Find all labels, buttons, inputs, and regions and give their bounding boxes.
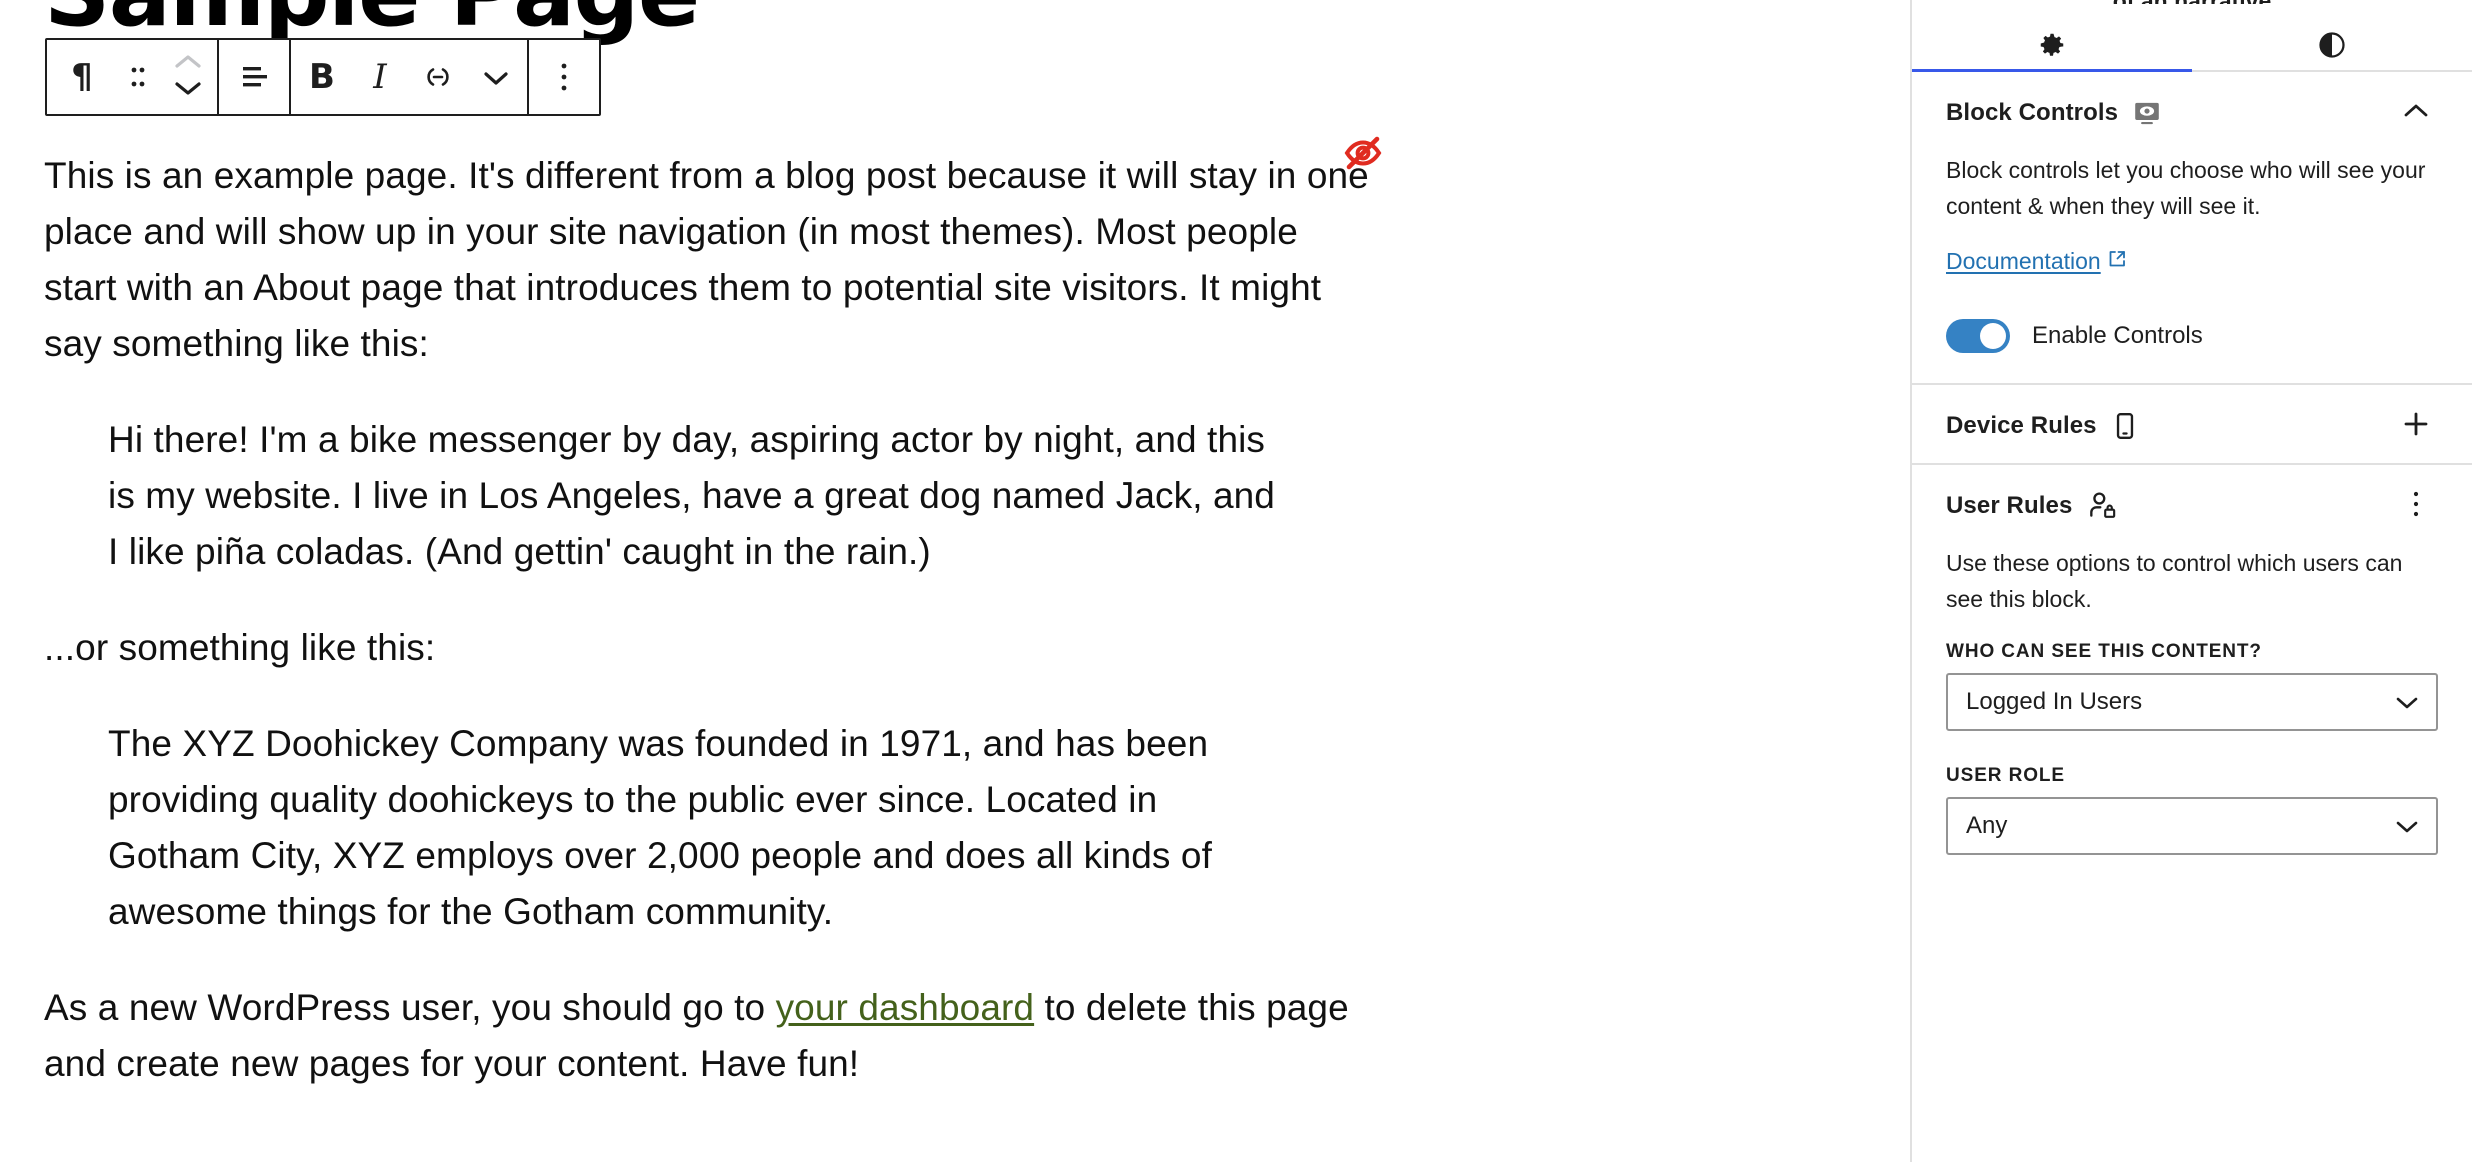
tab-styles[interactable] — [2192, 22, 2472, 70]
panel-header-user-rules[interactable]: User Rules — [1946, 465, 2438, 543]
editor-canvas: Sample Page ¶ — [0, 0, 1910, 1162]
panel-description: Block controls let you choose who will s… — [1946, 157, 2426, 219]
gear-icon — [2037, 30, 2067, 63]
toggle-knob — [1980, 323, 2006, 349]
panel-collapse-button[interactable] — [2394, 91, 2438, 135]
toolbar-group-format: B I — [291, 40, 529, 114]
link-button[interactable] — [409, 40, 467, 114]
enable-controls-label: Enable Controls — [2032, 322, 2203, 349]
paragraph-block[interactable]: ...or something like this: — [44, 620, 1374, 676]
documentation-link-label: Documentation — [1946, 248, 2101, 274]
paragraph-text-before-link: As a new WordPress user, you should go t… — [44, 987, 776, 1028]
settings-sidebar: of an narrative Block — [1910, 0, 2472, 1162]
panel-user-rules: User Rules Use these options to control … — [1912, 465, 2472, 919]
dashboard-link[interactable]: your dashboard — [776, 987, 1035, 1028]
chevron-down-icon — [173, 79, 203, 102]
user-lock-icon — [2086, 490, 2118, 522]
link-icon — [421, 60, 455, 94]
chevron-down-icon — [481, 67, 511, 87]
panel-header-device-rules[interactable]: Device Rules — [1946, 385, 2438, 463]
user-rules-options-button[interactable] — [2394, 484, 2438, 528]
panel-device-rules: Device Rules — [1912, 385, 2472, 465]
bold-button[interactable]: B — [293, 40, 351, 114]
post-content: This is an example page. It's different … — [44, 148, 1374, 1132]
screen-eye-icon — [2132, 98, 2162, 128]
hidden-indicator[interactable] — [1338, 128, 1388, 178]
panel-body-user-rules: Use these options to control which users… — [1946, 545, 2438, 919]
toolbar-group-block: ¶ — [47, 40, 219, 114]
align-left-icon — [237, 62, 271, 92]
drag-handle-icon — [128, 61, 148, 93]
paragraph-icon: ¶ — [71, 57, 93, 97]
block-toolbar: ¶ B I — [45, 38, 601, 116]
user-role-label: User role — [1946, 765, 2065, 786]
who-can-see-label: Who can see this content? — [1946, 641, 2262, 662]
sidebar-tabs — [1912, 22, 2472, 72]
enable-controls-toggle[interactable] — [1946, 319, 2010, 353]
chevron-down-icon — [2394, 694, 2420, 710]
toolbar-group-align — [219, 40, 291, 114]
paragraph-block[interactable]: Hi there! I'm a bike messenger by day, a… — [108, 412, 1288, 580]
who-can-see-value: Logged In Users — [1966, 688, 2143, 715]
block-options-button[interactable] — [531, 40, 597, 114]
paragraph-block-with-link[interactable]: As a new WordPress user, you should go t… — [44, 980, 1374, 1092]
more-vertical-icon — [557, 60, 571, 94]
panel-block-controls: Block Controls Block controls let you ch… — [1912, 72, 2472, 385]
documentation-link[interactable]: Documentation — [1946, 248, 2127, 275]
chevron-up-icon — [173, 53, 203, 76]
panel-title: Device Rules — [1946, 412, 2097, 439]
mobile-device-icon — [2111, 411, 2139, 441]
italic-icon: I — [373, 57, 387, 97]
panel-title: User Rules — [1946, 492, 2073, 519]
user-role-value: Any — [1966, 812, 2008, 839]
paragraph-block[interactable]: This is an example page. It's different … — [44, 148, 1374, 372]
drag-handle-button[interactable] — [115, 40, 161, 114]
italic-button[interactable]: I — [351, 40, 409, 114]
chevron-up-icon — [2402, 102, 2430, 125]
enable-controls-row: Enable Controls — [1946, 319, 2438, 353]
external-link-icon — [2107, 248, 2127, 275]
more-formats-button[interactable] — [467, 40, 525, 114]
tab-settings[interactable] — [1912, 22, 2192, 72]
sidebar-clipped-text: of an narrative — [1912, 0, 2472, 4]
block-type-button[interactable]: ¶ — [49, 40, 115, 114]
panel-body-block-controls: Block controls let you choose who will s… — [1946, 152, 2438, 383]
who-can-see-select[interactable]: Logged In Users — [1946, 673, 2438, 731]
panel-title: Block Controls — [1946, 99, 2119, 126]
chevron-down-icon — [2394, 818, 2420, 834]
panel-description: Use these options to control which users… — [1946, 550, 2403, 612]
bold-icon: B — [309, 57, 335, 97]
move-up-button[interactable] — [168, 52, 208, 76]
more-vertical-icon — [2410, 489, 2422, 524]
plus-icon — [2401, 409, 2431, 444]
paragraph-block[interactable]: The XYZ Doohickey Company was founded in… — [108, 716, 1288, 940]
block-mover — [161, 40, 215, 114]
move-down-button[interactable] — [168, 78, 208, 102]
contrast-icon — [2317, 30, 2347, 63]
add-device-rule-button[interactable] — [2394, 404, 2438, 448]
panel-header-block-controls[interactable]: Block Controls — [1946, 72, 2438, 150]
eye-slash-icon — [1338, 136, 1388, 182]
align-text-button[interactable] — [221, 40, 287, 114]
toolbar-group-options — [529, 40, 599, 114]
user-role-select[interactable]: Any — [1946, 797, 2438, 855]
